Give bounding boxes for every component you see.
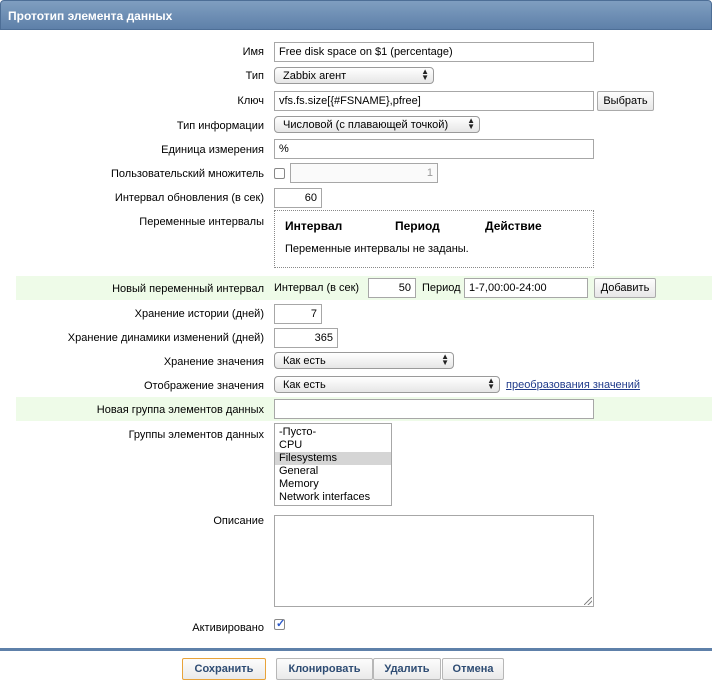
flex-empty-message: Переменные интервалы не заданы. <box>285 243 469 255</box>
show-value-value: Как есть <box>283 379 326 391</box>
updown-arrow-icon: ▲ ▼ <box>467 116 475 131</box>
col-period-header: Период <box>395 219 440 233</box>
updown-arrow-icon: ▲ ▼ <box>421 67 429 82</box>
units-label: Единица измерения <box>161 144 264 156</box>
value-mapping-link[interactable]: преобразования значений <box>506 379 640 391</box>
new-flex-period-label: Период <box>422 282 461 294</box>
flex-intervals-label: Переменные интервалы <box>139 216 264 228</box>
delete-button[interactable]: Удалить <box>373 658 441 680</box>
new-flex-interval-field[interactable]: 50 <box>368 278 416 298</box>
updown-arrow-icon: ▲ ▼ <box>441 352 449 367</box>
key-label: Ключ <box>237 95 264 107</box>
enabled-label: Активировано <box>192 622 264 634</box>
enabled-checkbox[interactable]: ✓ <box>274 618 286 630</box>
col-interval-header: Интервал <box>285 219 343 233</box>
save-button[interactable]: Сохранить <box>182 658 266 680</box>
type-label: Тип <box>245 70 264 82</box>
store-value-select[interactable]: Как есть ▲ ▼ <box>274 352 454 369</box>
window-header: Прототип элемента данных <box>0 0 712 30</box>
multiplier-checkbox[interactable] <box>274 168 285 179</box>
type-select-value: Zabbix агент <box>283 70 347 82</box>
list-item[interactable]: General <box>275 465 391 478</box>
list-item[interactable]: CPU <box>275 439 391 452</box>
show-value-label: Отображение значения <box>143 380 264 392</box>
cancel-button[interactable]: Отмена <box>442 658 504 680</box>
interval-field[interactable]: 60 <box>274 188 322 208</box>
new-flex-label: Новый переменный интервал <box>112 283 264 295</box>
key-field[interactable]: vfs.fs.size[{#FSNAME},pfree] <box>274 91 594 111</box>
info-type-label: Тип информации <box>176 120 264 132</box>
list-item[interactable]: Memory <box>275 478 391 491</box>
new-flex-period-field[interactable]: 1-7,00:00-24:00 <box>464 278 588 298</box>
window-title: Прототип элемента данных <box>8 9 173 23</box>
name-label: Имя <box>242 46 264 58</box>
show-value-select[interactable]: Как есть ▲ ▼ <box>274 376 500 393</box>
info-type-select[interactable]: Числовой (с плавающей точкой) ▲ ▼ <box>274 116 480 133</box>
description-label: Описание <box>213 515 264 527</box>
name-field[interactable]: Free disk space on $1 (percentage) <box>274 42 594 62</box>
store-value-label: Хранение значения <box>163 356 264 368</box>
trends-field[interactable]: 365 <box>274 328 338 348</box>
new-app-label: Новая группа элементов данных <box>96 404 264 416</box>
type-select[interactable]: Zabbix агент ▲ ▼ <box>274 67 434 84</box>
interval-label: Интервал обновления (в сек) <box>114 192 264 204</box>
trends-label: Хранение динамики изменений (дней) <box>67 332 264 344</box>
add-flex-button[interactable]: Добавить <box>594 278 656 298</box>
apps-label: Группы элементов данных <box>128 429 264 441</box>
footer-divider <box>0 648 712 651</box>
store-value-value: Как есть <box>283 355 326 367</box>
history-label: Хранение истории (дней) <box>134 308 264 320</box>
history-field[interactable]: 7 <box>274 304 322 324</box>
checkmark-icon: ✓ <box>276 618 286 630</box>
flex-intervals-table: Интервал Период Действие Переменные инте… <box>274 210 594 268</box>
multiplier-field[interactable]: 1 <box>290 163 438 183</box>
select-key-button[interactable]: Выбрать <box>597 91 654 111</box>
description-textarea[interactable] <box>274 515 594 607</box>
resize-grip-icon[interactable] <box>584 597 592 605</box>
updown-arrow-icon: ▲ ▼ <box>487 376 495 391</box>
clone-button[interactable]: Клонировать <box>276 658 373 680</box>
new-flex-interval-label: Интервал (в сек) <box>274 282 360 294</box>
apps-listbox[interactable]: -Пусто- CPU Filesystems General Memory N… <box>274 423 392 506</box>
list-item[interactable]: -Пусто- <box>275 426 391 439</box>
info-type-value: Числовой (с плавающей точкой) <box>283 119 449 131</box>
list-item-selected[interactable]: Filesystems <box>275 452 391 465</box>
multiplier-label: Пользовательский множитель <box>111 168 264 180</box>
units-field[interactable]: % <box>274 139 594 159</box>
new-app-field[interactable] <box>274 399 594 419</box>
col-action-header: Действие <box>485 219 542 233</box>
list-item[interactable]: Network interfaces <box>275 491 391 504</box>
